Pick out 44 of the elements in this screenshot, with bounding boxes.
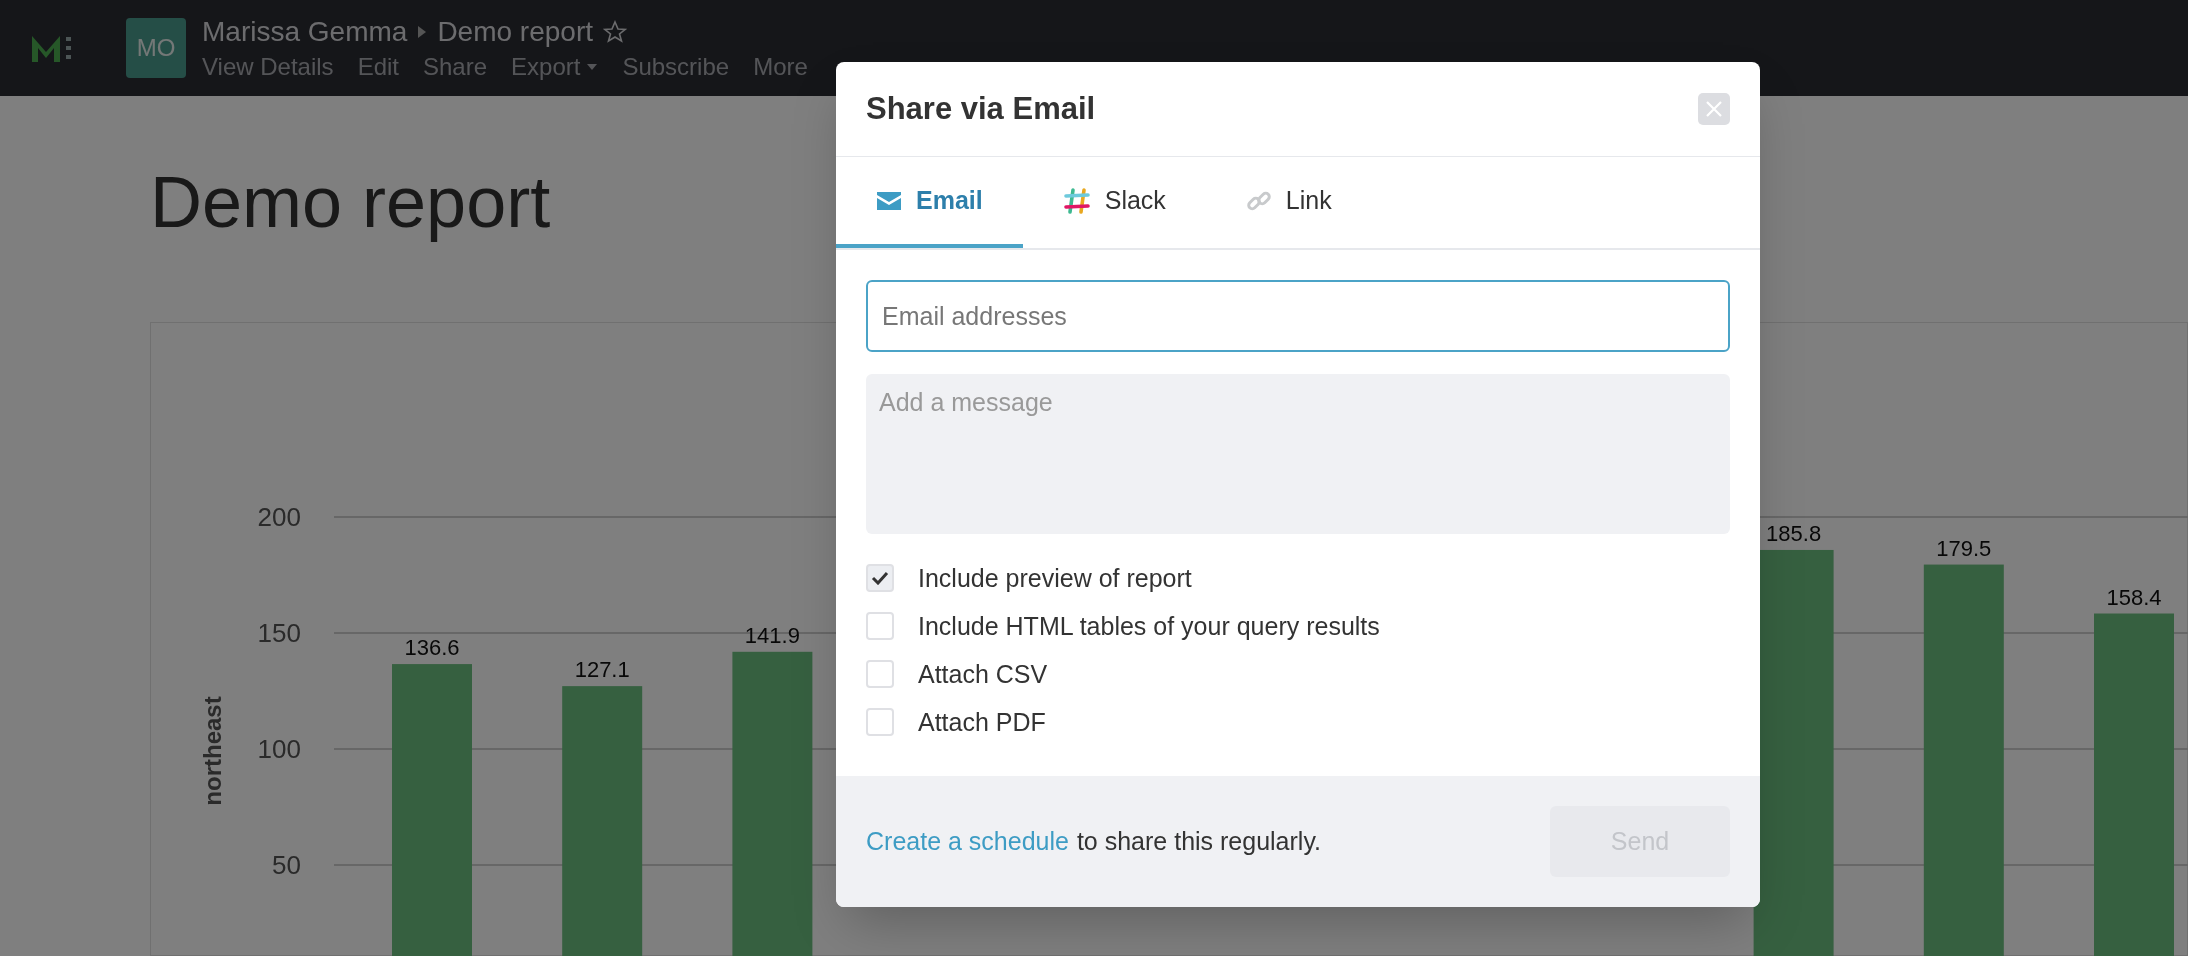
- data-label: 185.8: [1766, 520, 1822, 546]
- y-axis-tick: 200: [257, 502, 301, 532]
- caret-icon: [586, 63, 599, 71]
- hash-icon: [1062, 186, 1091, 215]
- data-label: 141.9: [744, 622, 800, 648]
- avatar: MO: [126, 18, 186, 78]
- checkbox-label[interactable]: Attach CSV: [918, 660, 1048, 688]
- breadcrumb-item[interactable]: Marissa Gemma: [202, 14, 408, 50]
- checkbox[interactable]: [866, 564, 894, 592]
- star-icon[interactable]: [603, 20, 627, 44]
- close-icon: [1705, 100, 1723, 118]
- footer-text: to share this regularly.: [1076, 825, 1321, 857]
- close-button[interactable]: [1698, 93, 1730, 125]
- checkbox[interactable]: [866, 612, 894, 640]
- checkbox-label[interactable]: Attach PDF: [918, 708, 1046, 736]
- breadcrumb-separator-icon: [417, 25, 428, 39]
- data-label: 136.6: [404, 635, 460, 661]
- y-axis-tick: 150: [257, 618, 301, 648]
- data-label: 179.5: [1936, 535, 1992, 561]
- menu-link[interactable]: View Details: [202, 52, 334, 82]
- tab[interactable]: Link: [1205, 157, 1372, 248]
- data-label: 127.1: [574, 657, 630, 683]
- menu-link[interactable]: Share: [423, 52, 488, 82]
- menu-link[interactable]: More: [753, 52, 808, 82]
- email-input[interactable]: Email addresses: [866, 280, 1730, 352]
- data-label: 158.4: [2106, 584, 2162, 610]
- checkbox[interactable]: [866, 708, 894, 736]
- tab[interactable]: Slack: [1022, 157, 1206, 248]
- export-dropdown[interactable]: Export: [511, 52, 599, 82]
- tab[interactable]: Email: [836, 157, 1023, 248]
- dialog-title: Share via Email: [866, 89, 1096, 128]
- y-axis-tick: 50: [272, 850, 301, 880]
- menu-link[interactable]: Subscribe: [622, 52, 730, 82]
- checkbox-label[interactable]: Include preview of report: [918, 564, 1192, 592]
- y-axis-label: northeast: [199, 696, 226, 806]
- checkmark-icon: [871, 571, 889, 585]
- envelope-icon: [876, 190, 902, 211]
- schedule-link[interactable]: Create a schedule: [866, 822, 1069, 861]
- breadcrumb-item[interactable]: Demo report: [437, 14, 593, 50]
- menu-link[interactable]: Edit: [357, 52, 399, 82]
- checkbox[interactable]: [866, 660, 894, 688]
- message-input[interactable]: Add a message: [866, 374, 1730, 534]
- y-axis-tick: 100: [257, 734, 301, 764]
- checkbox-label[interactable]: Include HTML tables of your query results: [918, 612, 1380, 640]
